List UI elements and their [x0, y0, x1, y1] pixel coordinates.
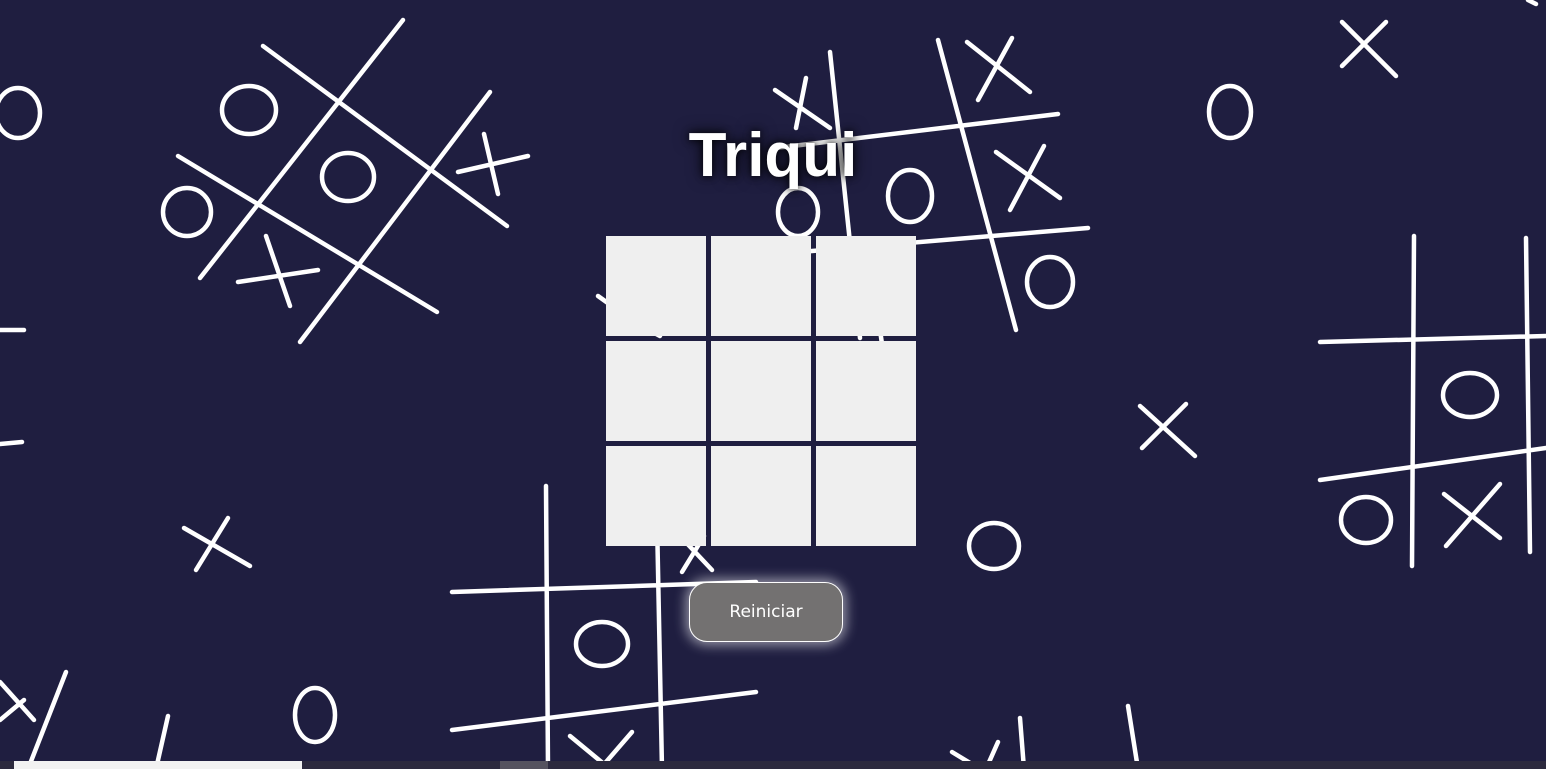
board-cell-9[interactable]: [816, 446, 916, 546]
scrollbar-thumb[interactable]: [14, 761, 302, 769]
board-cell-5[interactable]: [711, 341, 811, 441]
board-cell-4[interactable]: [606, 341, 706, 441]
board-cell-1[interactable]: [606, 236, 706, 336]
game-board: [606, 236, 916, 546]
board-cell-8[interactable]: [711, 446, 811, 546]
reset-button[interactable]: Reiniciar: [689, 582, 843, 642]
board-cell-2[interactable]: [711, 236, 811, 336]
board-cell-6[interactable]: [816, 341, 916, 441]
horizontal-scrollbar[interactable]: [0, 761, 1546, 769]
board-cell-7[interactable]: [606, 446, 706, 546]
scrollbar-segment: [500, 761, 548, 769]
board-cell-3[interactable]: [816, 236, 916, 336]
game-title: Triqui: [688, 121, 858, 190]
